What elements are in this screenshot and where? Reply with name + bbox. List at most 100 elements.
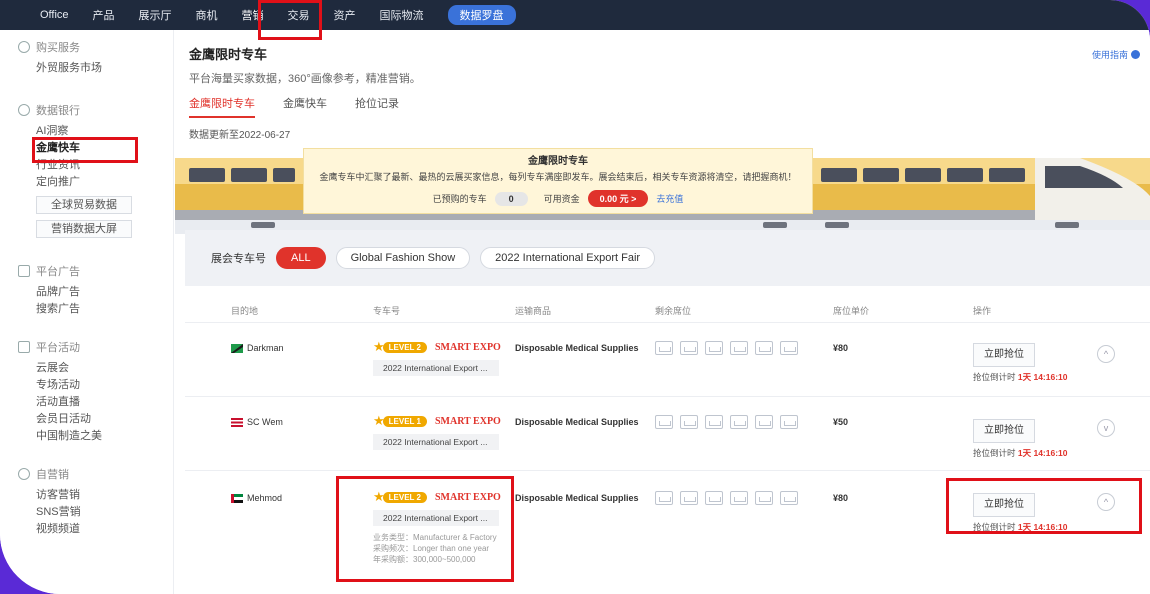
destination-cell: SC Wem xyxy=(231,417,283,427)
destination-cell: Mehmod xyxy=(231,493,282,503)
sidebar-group-self-marketing: 自营销 访客营销 SNS营销 视频频道 xyxy=(18,467,173,538)
price-cell: ¥50 xyxy=(833,417,849,427)
express-no-cell: ★ LEVEL 2 SMART EXPO 2022 International Ex… xyxy=(373,339,501,376)
sidebar-item-special-events[interactable]: 专场活动 xyxy=(36,377,173,394)
sidebar-item-visitor-marketing[interactable]: 访客营销 xyxy=(36,487,173,504)
level-badge: LEVEL 1 xyxy=(382,415,427,427)
main-content: 金鹰限时专车 使用指南 平台海量买家数据，360°画像参考，精准营销。 金鹰限时… xyxy=(175,30,1150,594)
sidebar-item-brand-ads[interactable]: 品牌广告 xyxy=(36,284,173,301)
nav-office[interactable]: Office xyxy=(40,9,69,21)
sidebar-group-title: 平台活动 xyxy=(36,342,80,354)
express-banner: 金鹰限时专车 金鹰专车中汇聚了最新、最热的云展买家信息，每列专车满座即发车。展会… xyxy=(175,148,1150,234)
sidebar-item-search-ads[interactable]: 搜索广告 xyxy=(36,301,173,318)
banner-description: 金鹰专车中汇聚了最新、最热的云展买家信息，每列专车满座即发车。展会结束后，相关专… xyxy=(319,172,797,182)
seats-cell xyxy=(655,341,805,355)
help-icon xyxy=(1131,50,1140,59)
app-window: Office 产品 展示厅 商机 营销 交易 资产 国际物流 数据罗盘 购买服务… xyxy=(0,0,1150,594)
sidebar-marketing-screen-button[interactable]: 营销数据大屏 xyxy=(36,220,132,238)
chevron-up-icon[interactable]: ^ xyxy=(1097,493,1115,511)
filter-chip-fashion-show[interactable]: Global Fashion Show xyxy=(335,247,471,269)
action-cell: 立即抢位 抢位倒计时 1天 14:16:10 xyxy=(973,419,1068,459)
col-header-goods: 运输商品 xyxy=(515,306,552,316)
tab-bar: 金鹰限时专车 金鹰快车 抢位记录 xyxy=(189,94,427,118)
banner-card: 金鹰限时专车 金鹰专车中汇聚了最新、最热的云展买家信息，每列专车满座即发车。展会… xyxy=(303,148,813,214)
nav-trade[interactable]: 交易 xyxy=(288,7,310,23)
filter-chip-export-fair[interactable]: 2022 International Export Fair xyxy=(480,247,656,269)
col-header-seats: 剩余席位 xyxy=(655,306,692,316)
meta-purchase-frequency: 采购频次：Longer than one year xyxy=(373,544,490,553)
action-cell: 立即抢位 抢位倒计时 1天 14:16:10 xyxy=(973,493,1068,533)
seat-icon xyxy=(755,491,773,505)
sidebar-group-title: 数据银行 xyxy=(36,105,80,117)
grab-seat-button[interactable]: 立即抢位 xyxy=(973,343,1035,367)
sidebar-item-made-in-china[interactable]: 中国制造之美 xyxy=(36,428,173,445)
sidebar-group-buy: 购买服务 外贸服务市场 xyxy=(18,40,173,77)
help-link[interactable]: 使用指南 xyxy=(1092,48,1140,61)
brand-label: SMART EXPO xyxy=(434,415,501,427)
nav-opportunities[interactable]: 商机 xyxy=(196,7,218,23)
destination-name: Mehmod xyxy=(247,493,283,503)
page-title: 金鹰限时专车 xyxy=(189,47,268,62)
sidebar-item-sns-marketing[interactable]: SNS营销 xyxy=(36,504,173,521)
destination-name: Darkman xyxy=(247,343,284,353)
network-icon xyxy=(18,468,30,480)
seat-icon xyxy=(780,491,798,505)
nav-marketing[interactable]: 营销 xyxy=(242,7,264,23)
nav-logistics[interactable]: 国际物流 xyxy=(380,7,424,23)
filter-chip-all[interactable]: ALL xyxy=(276,247,326,269)
expo-name: 2022 International Export ... xyxy=(373,510,499,526)
col-header-destination: 目的地 xyxy=(231,306,259,316)
seat-icon xyxy=(755,415,773,429)
countdown-timer: 1天 14:16:10 xyxy=(1017,448,1068,458)
table-row: Darkman ★ LEVEL 2 SMART EXPO 2022 Internat… xyxy=(185,322,1150,396)
sidebar-item-eagle-express[interactable]: 金鹰快车 xyxy=(36,140,173,157)
sidebar-group-title: 平台广告 xyxy=(36,266,80,278)
tab-limited-express[interactable]: 金鹰限时专车 xyxy=(189,94,255,118)
nav-assets[interactable]: 资产 xyxy=(334,7,356,23)
sidebar-group-title: 自营销 xyxy=(36,469,69,481)
sidebar-item-targeted-promo[interactable]: 定向推广 xyxy=(36,174,173,191)
funds-button[interactable]: 0.00 元 > xyxy=(587,190,649,207)
level-badge: LEVEL 2 xyxy=(382,491,427,503)
seat-icon xyxy=(680,341,698,355)
sidebar-item-member-day[interactable]: 会员日活动 xyxy=(36,411,173,428)
chevron-down-icon[interactable]: v xyxy=(1097,419,1115,437)
brand-label: SMART EXPO xyxy=(434,341,501,353)
col-header-express-no: 专车号 xyxy=(373,306,401,316)
tab-eagle-express[interactable]: 金鹰快车 xyxy=(283,94,327,118)
express-no-cell: ★ LEVEL 2 SMART EXPO 2022 International Ex… xyxy=(373,489,503,565)
grab-seat-button[interactable]: 立即抢位 xyxy=(973,493,1035,517)
price-cell: ¥80 xyxy=(833,493,849,503)
price-cell: ¥80 xyxy=(833,343,849,353)
sidebar-item-industry[interactable]: 行业资讯 xyxy=(36,157,173,174)
countdown-label: 抢位倒计时 xyxy=(973,448,1016,458)
tab-grab-records[interactable]: 抢位记录 xyxy=(355,94,399,118)
sidebar-item-cloud-expo[interactable]: 云展会 xyxy=(36,360,173,377)
globe-icon xyxy=(18,41,30,53)
grab-seat-button[interactable]: 立即抢位 xyxy=(973,419,1035,443)
sidebar-item-video-channel[interactable]: 视频频道 xyxy=(36,521,173,538)
nav-products[interactable]: 产品 xyxy=(93,7,115,23)
chevron-up-icon[interactable]: ^ xyxy=(1097,345,1115,363)
ad-icon xyxy=(18,265,30,277)
seat-icon xyxy=(705,491,723,505)
compass-icon xyxy=(18,104,30,116)
sidebar-global-trade-data-button[interactable]: 全球贸易数据 xyxy=(36,196,132,214)
sidebar-item-live[interactable]: 活动直播 xyxy=(36,394,173,411)
nav-data-compass[interactable]: 数据罗盘 xyxy=(447,5,516,25)
nav-showroom[interactable]: 展示厅 xyxy=(139,7,172,23)
filter-label: 展会专车号 xyxy=(211,253,266,265)
meta-business-type: 业务类型：Manufacturer & Factory xyxy=(373,533,497,542)
seats-cell xyxy=(655,415,805,429)
col-header-price: 席位单价 xyxy=(833,306,870,316)
sidebar-item-ai-insight[interactable]: AI洞察 xyxy=(36,123,173,140)
recharge-link[interactable]: 去充值 xyxy=(656,192,683,205)
sidebar-group-events: 平台活动 云展会 专场活动 活动直播 会员日活动 中国制造之美 xyxy=(18,340,173,445)
flag-icon xyxy=(18,341,30,353)
countdown-label: 抢位倒计时 xyxy=(973,372,1016,382)
flag-icon xyxy=(231,417,243,427)
seat-icon xyxy=(730,341,748,355)
seat-icon xyxy=(680,491,698,505)
sidebar-group-databank: 数据银行 AI洞察 金鹰快车 行业资讯 定向推广 全球贸易数据 营销数据大屏 xyxy=(18,103,173,238)
sidebar-item-service-market[interactable]: 外贸服务市场 xyxy=(36,60,173,77)
